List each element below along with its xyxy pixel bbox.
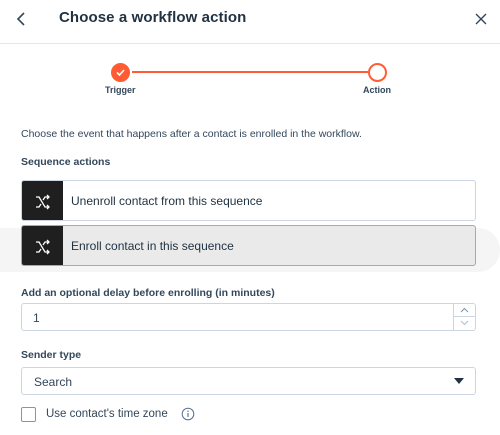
close-icon bbox=[475, 13, 487, 25]
enroll-sequence-option[interactable]: Enroll contact in this sequence bbox=[21, 225, 476, 266]
dialog-title: Choose a workflow action bbox=[59, 9, 247, 26]
step-action-indicator[interactable] bbox=[368, 63, 387, 82]
unenroll-sequence-label: Unenroll contact from this sequence bbox=[71, 194, 263, 208]
stepper-connector bbox=[132, 71, 368, 73]
timezone-checkbox[interactable] bbox=[21, 407, 36, 422]
unenroll-sequence-option[interactable]: Unenroll contact from this sequence bbox=[21, 180, 476, 221]
chevron-left-icon bbox=[16, 12, 25, 26]
step-trigger-label: Trigger bbox=[105, 85, 136, 95]
delay-label: Add an optional delay before enrolling (… bbox=[21, 287, 275, 299]
close-button[interactable] bbox=[472, 10, 490, 28]
workflow-stepper: Trigger Action bbox=[0, 58, 500, 102]
delay-spinner bbox=[453, 304, 475, 330]
sequence-actions-heading: Sequence actions bbox=[21, 156, 111, 168]
intro-text: Choose the event that happens after a co… bbox=[21, 128, 362, 140]
delay-value: 1 bbox=[33, 311, 40, 325]
dialog-header: Choose a workflow action bbox=[0, 0, 500, 44]
info-icon[interactable] bbox=[181, 407, 195, 421]
chevron-up-icon bbox=[460, 307, 469, 313]
sequence-icon bbox=[36, 194, 50, 210]
chevron-down-icon bbox=[460, 320, 469, 326]
increment-button[interactable] bbox=[454, 304, 475, 317]
caret-down-icon bbox=[454, 378, 464, 384]
sender-type-value: Search bbox=[34, 375, 73, 389]
decrement-button[interactable] bbox=[454, 317, 475, 330]
checkmark-icon bbox=[116, 69, 125, 77]
card-icon-container bbox=[22, 226, 63, 265]
sequence-icon bbox=[36, 239, 50, 255]
enroll-sequence-label: Enroll contact in this sequence bbox=[71, 239, 234, 253]
step-action-label: Action bbox=[363, 85, 391, 95]
back-button[interactable] bbox=[12, 9, 32, 29]
timezone-label: Use contact's time zone bbox=[46, 408, 168, 420]
step-trigger-indicator[interactable] bbox=[111, 63, 130, 82]
sender-type-select[interactable]: Search bbox=[21, 367, 476, 395]
delay-input[interactable]: 1 bbox=[21, 303, 476, 331]
sender-type-label: Sender type bbox=[21, 349, 82, 361]
card-icon-container bbox=[22, 181, 63, 220]
